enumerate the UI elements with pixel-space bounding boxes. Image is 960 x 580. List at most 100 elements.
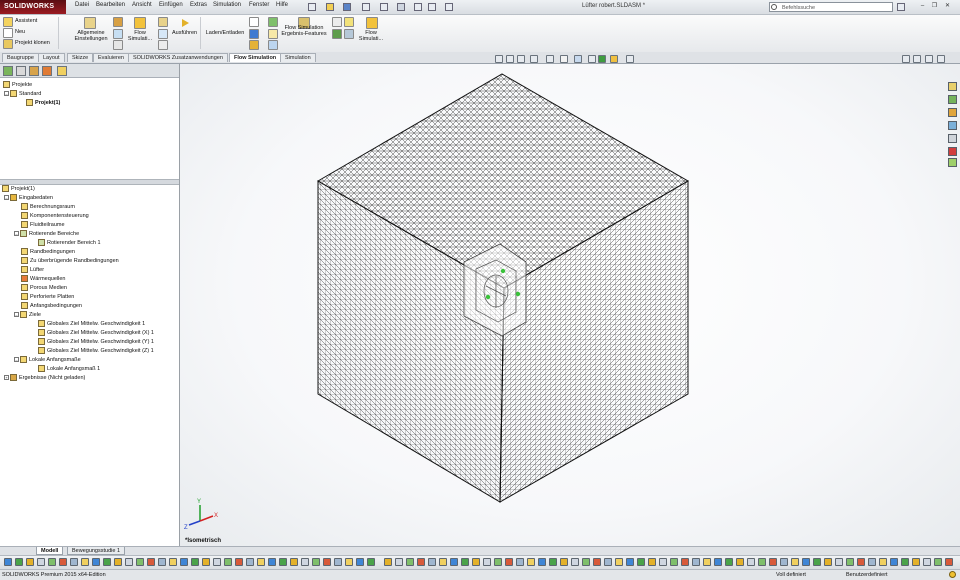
solidworks-logo[interactable]: SOLIDWORKS [0, 0, 66, 14]
flow-simulation-icon[interactable] [134, 17, 146, 29]
property-manager-tab-icon[interactable] [16, 66, 26, 76]
expand-icon[interactable]: + [4, 375, 9, 380]
tree-input-data[interactable]: – Eingabedaten [4, 194, 53, 201]
select-tool-icon[interactable] [4, 558, 12, 566]
animation-icon[interactable] [344, 17, 354, 27]
cut-plot-icon[interactable] [249, 17, 259, 27]
tab-model[interactable]: Modell [36, 547, 64, 555]
tab-skizze[interactable]: Skizze [67, 53, 94, 62]
flow-results-features-button[interactable]: Flow Simulation Ergebnis-Features [281, 25, 327, 37]
flow-simulation-pane-icon[interactable] [948, 158, 957, 167]
snapshot-icon[interactable] [169, 558, 177, 566]
sketch-icon[interactable] [472, 558, 480, 566]
new-motion-study-icon[interactable] [802, 558, 810, 566]
collapse-icon[interactable]: – [4, 91, 9, 96]
report-icon[interactable] [332, 29, 342, 39]
snapshot-icon[interactable] [703, 558, 711, 566]
clone-project-icon[interactable] [3, 39, 13, 49]
materials-icon[interactable] [813, 558, 821, 566]
menu-simulation[interactable]: Simulation [213, 2, 241, 8]
explode-view-icon[interactable] [246, 558, 254, 566]
zoom-area-icon[interactable] [506, 55, 514, 63]
solver-monitor-icon[interactable] [158, 40, 168, 50]
snapshot-icon[interactable] [345, 558, 353, 566]
export-results-icon[interactable] [344, 29, 354, 39]
print-icon[interactable] [362, 3, 370, 11]
insert-component-icon[interactable] [213, 558, 221, 566]
pattern-icon[interactable] [758, 558, 766, 566]
interference-icon[interactable] [136, 558, 144, 566]
close-button[interactable]: ✕ [944, 3, 951, 10]
tab-simulation[interactable]: Simulation [280, 53, 316, 62]
insert-component-icon[interactable] [747, 558, 755, 566]
mesh-settings-icon[interactable] [113, 40, 123, 50]
explode-view-icon[interactable] [780, 558, 788, 566]
graphics-area[interactable]: Y X Z *Isometrisch [180, 64, 960, 546]
point-parameters-icon[interactable] [268, 17, 278, 27]
select-tool-icon[interactable] [890, 558, 898, 566]
viewport-close-icon[interactable] [937, 55, 945, 63]
tree-item-fans[interactable]: Lüfter [21, 266, 44, 273]
new-button[interactable]: Neu [15, 29, 25, 35]
goal-plot-icon[interactable] [332, 17, 342, 27]
move-component-icon[interactable] [26, 558, 34, 566]
insert-component-icon[interactable] [571, 558, 579, 566]
computational-domain-icon[interactable] [113, 17, 123, 27]
interference-icon[interactable] [312, 558, 320, 566]
tab-flow-simulation[interactable]: Flow Simulation [229, 53, 282, 62]
tree-item-goal-velocity-y[interactable]: Globales Ziel Mittelw. Geschwindigkeit (… [38, 338, 154, 345]
insert-component-icon[interactable] [37, 558, 45, 566]
rebuild-status-icon[interactable] [949, 571, 956, 578]
snapshot-icon[interactable] [527, 558, 535, 566]
hole-wizard-icon[interactable] [147, 558, 155, 566]
mate-icon[interactable] [191, 558, 199, 566]
general-settings-button[interactable]: Allgemeine Einstellungen [66, 30, 116, 42]
collapse-icon[interactable]: – [4, 195, 9, 200]
undo-icon[interactable] [380, 3, 388, 11]
file-explorer-icon[interactable] [948, 108, 957, 117]
interference-icon[interactable] [846, 558, 854, 566]
xy-plot-icon[interactable] [268, 40, 278, 50]
measure-icon[interactable] [659, 558, 667, 566]
tree-item-rotating-regions[interactable]: – Rotierende Bereiche [14, 230, 79, 237]
sketch-icon[interactable] [648, 558, 656, 566]
interference-icon[interactable] [494, 558, 502, 566]
sketch-icon[interactable] [290, 558, 298, 566]
view-orientation-icon[interactable] [560, 55, 568, 63]
run-button[interactable]: Ausführen [172, 30, 197, 36]
batch-run-icon[interactable] [158, 29, 168, 39]
load-unload-button[interactable]: Laden/Entladen [204, 30, 246, 36]
move-component-icon[interactable] [202, 558, 210, 566]
restore-button[interactable]: ❐ [931, 3, 938, 10]
tree-item-goal-velocity-x[interactable]: Globales Ziel Mittelw. Geschwindigkeit (… [38, 329, 154, 336]
collapse-icon[interactable]: – [14, 231, 19, 236]
reference-geometry-icon[interactable] [791, 558, 799, 566]
tree-root-project[interactable]: Projekt(1) [2, 185, 35, 192]
reference-geometry-icon[interactable] [439, 558, 447, 566]
section-view-icon[interactable] [530, 55, 538, 63]
configuration-tab-icon[interactable] [29, 66, 39, 76]
tree-item-goal-velocity[interactable]: Globales Ziel Mittelw. Geschwindigkeit 1 [38, 320, 145, 327]
viewport-maximize-icon[interactable] [925, 55, 933, 63]
tree-projects[interactable]: Projekte [3, 81, 32, 88]
insert-component-icon[interactable] [923, 558, 931, 566]
interference-icon[interactable] [670, 558, 678, 566]
move-component-icon[interactable] [384, 558, 392, 566]
hole-wizard-icon[interactable] [505, 558, 513, 566]
tree-item-local-initial-mesh[interactable]: – Lokale Anfangsmaße [14, 356, 81, 363]
move-component-icon[interactable] [912, 558, 920, 566]
dynamic-annotation-icon[interactable] [546, 55, 554, 63]
select-tool-icon[interactable] [538, 558, 546, 566]
smart-fasteners-icon[interactable] [235, 558, 243, 566]
materials-icon[interactable] [637, 558, 645, 566]
mate-icon[interactable] [549, 558, 557, 566]
reference-geometry-icon[interactable] [257, 558, 265, 566]
menu-extras[interactable]: Extras [190, 2, 207, 8]
tab-layout[interactable]: Layout [38, 53, 65, 62]
select-arrow-icon[interactable] [397, 3, 405, 11]
tree-item-goal-velocity-z[interactable]: Globales Ziel Mittelw. Geschwindigkeit (… [38, 347, 154, 354]
hole-wizard-icon[interactable] [857, 558, 865, 566]
measure-icon[interactable] [835, 558, 843, 566]
tree-project-1[interactable]: Projekt(1) [26, 99, 60, 106]
mate-icon[interactable] [725, 558, 733, 566]
